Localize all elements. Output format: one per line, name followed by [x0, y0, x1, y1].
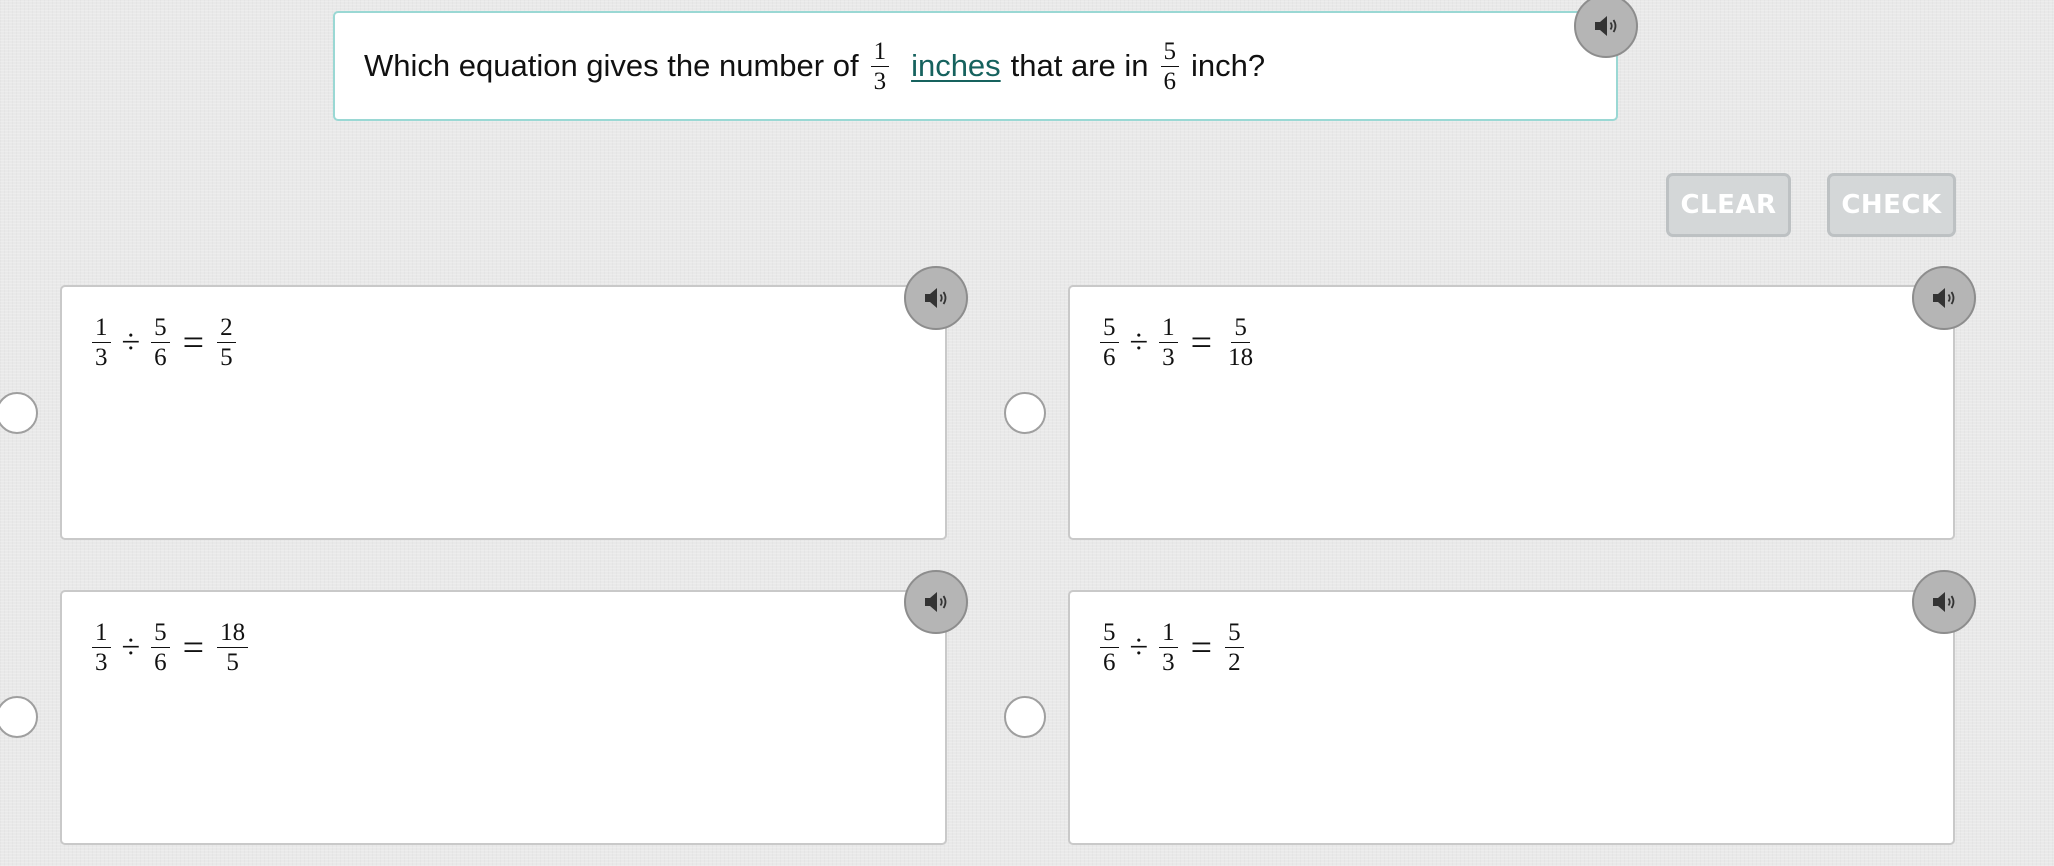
fraction: 5 6 — [151, 620, 170, 675]
equals-sign: = — [1190, 321, 1213, 364]
speaker-icon — [1595, 16, 1617, 36]
fraction-numerator: 1 — [92, 620, 111, 648]
equals-sign: = — [182, 321, 205, 364]
fraction-numerator: 5 — [1160, 39, 1180, 67]
fraction: 5 2 — [1225, 620, 1244, 675]
divide-sign: ÷ — [1129, 628, 1149, 666]
divide-sign: ÷ — [121, 628, 141, 666]
fraction-numerator: 1 — [870, 39, 890, 67]
fraction-denominator: 3 — [95, 344, 108, 371]
question-middle: that are in — [1010, 48, 1149, 83]
question-box: Which equation gives the number of 1 3 i… — [333, 11, 1618, 121]
fraction-numerator: 18 — [217, 620, 249, 648]
fraction-numerator: 1 — [1159, 620, 1178, 648]
fraction-denominator: 5 — [226, 649, 239, 676]
divide-sign: ÷ — [1129, 323, 1149, 361]
speaker-icon — [925, 592, 947, 612]
question-text: Which equation gives the number of 1 3 i… — [364, 13, 1265, 119]
option-3-speaker-button[interactable] — [904, 570, 968, 634]
check-button[interactable]: CHECK — [1827, 173, 1956, 237]
fraction-denominator: 3 — [1162, 344, 1175, 371]
option-3-card[interactable]: 1 3 ÷ 5 6 = 18 5 — [60, 590, 947, 845]
fraction-numerator: 5 — [1100, 620, 1119, 648]
option-1-equation: 1 3 ÷ 5 6 = 2 5 — [92, 315, 236, 370]
equals-sign: = — [182, 626, 205, 669]
fraction: 5 18 — [1225, 315, 1256, 370]
fraction-denominator: 18 — [1228, 344, 1254, 371]
fraction-numerator: 5 — [1100, 315, 1119, 343]
equals-sign: = — [1190, 626, 1213, 669]
question-prefix: Which equation gives the number of — [364, 48, 859, 83]
fraction-denominator: 2 — [1228, 649, 1241, 676]
question-speaker-button[interactable] — [1574, 0, 1638, 58]
option-2-speaker-button[interactable] — [1912, 266, 1976, 330]
option-3-radio[interactable] — [0, 696, 38, 738]
speaker-icon — [1933, 288, 1955, 308]
option-4-card[interactable]: 5 6 ÷ 1 3 = 5 2 — [1068, 590, 1955, 845]
option-1-card[interactable]: 1 3 ÷ 5 6 = 2 5 — [60, 285, 947, 540]
fraction: 18 5 — [217, 620, 249, 676]
fraction: 5 6 — [1100, 620, 1119, 675]
divide-sign: ÷ — [121, 323, 141, 361]
fraction: 1 3 — [1159, 315, 1178, 370]
inches-vocab-link[interactable]: inches — [911, 48, 1001, 84]
option-1-speaker-button[interactable] — [904, 266, 968, 330]
option-2-card[interactable]: 5 6 ÷ 1 3 = 5 18 — [1068, 285, 1955, 540]
fraction-denominator: 6 — [154, 344, 167, 371]
fraction-numerator: 1 — [92, 315, 111, 343]
fraction-numerator: 2 — [217, 315, 236, 343]
fraction-denominator: 5 — [220, 344, 233, 371]
option-3-equation: 1 3 ÷ 5 6 = 18 5 — [92, 620, 249, 676]
option-4-speaker-button[interactable] — [1912, 570, 1976, 634]
option-4-equation: 5 6 ÷ 1 3 = 5 2 — [1100, 620, 1244, 675]
question-suffix: inch? — [1191, 48, 1266, 83]
fraction-numerator: 5 — [1231, 315, 1250, 343]
fraction-denominator: 3 — [95, 649, 108, 676]
fraction: 1 3 — [92, 315, 111, 370]
fraction-denominator: 3 — [873, 67, 887, 95]
fraction-denominator: 6 — [1103, 649, 1116, 676]
fraction-denominator: 6 — [1103, 344, 1116, 371]
speaker-icon — [1933, 592, 1955, 612]
fraction: 5 6 — [151, 315, 170, 370]
fraction-denominator: 6 — [154, 649, 167, 676]
fraction: 1 3 — [1159, 620, 1178, 675]
fraction: 1 3 — [92, 620, 111, 675]
fraction-numerator: 5 — [151, 315, 170, 343]
fraction: 2 5 — [217, 315, 236, 370]
option-4-radio[interactable] — [1004, 696, 1046, 738]
fraction-numerator: 5 — [151, 620, 170, 648]
fraction: 5 6 — [1100, 315, 1119, 370]
option-2-equation: 5 6 ÷ 1 3 = 5 18 — [1100, 315, 1256, 370]
option-1-radio[interactable] — [0, 392, 38, 434]
clear-button[interactable]: CLEAR — [1666, 173, 1791, 237]
question-fraction-2: 5 6 — [1160, 39, 1180, 95]
fraction-denominator: 6 — [1163, 67, 1177, 95]
question-fraction-1: 1 3 — [870, 39, 890, 95]
option-2-radio[interactable] — [1004, 392, 1046, 434]
speaker-icon — [925, 288, 947, 308]
fraction-denominator: 3 — [1162, 649, 1175, 676]
fraction-numerator: 5 — [1225, 620, 1244, 648]
fraction-numerator: 1 — [1159, 315, 1178, 343]
